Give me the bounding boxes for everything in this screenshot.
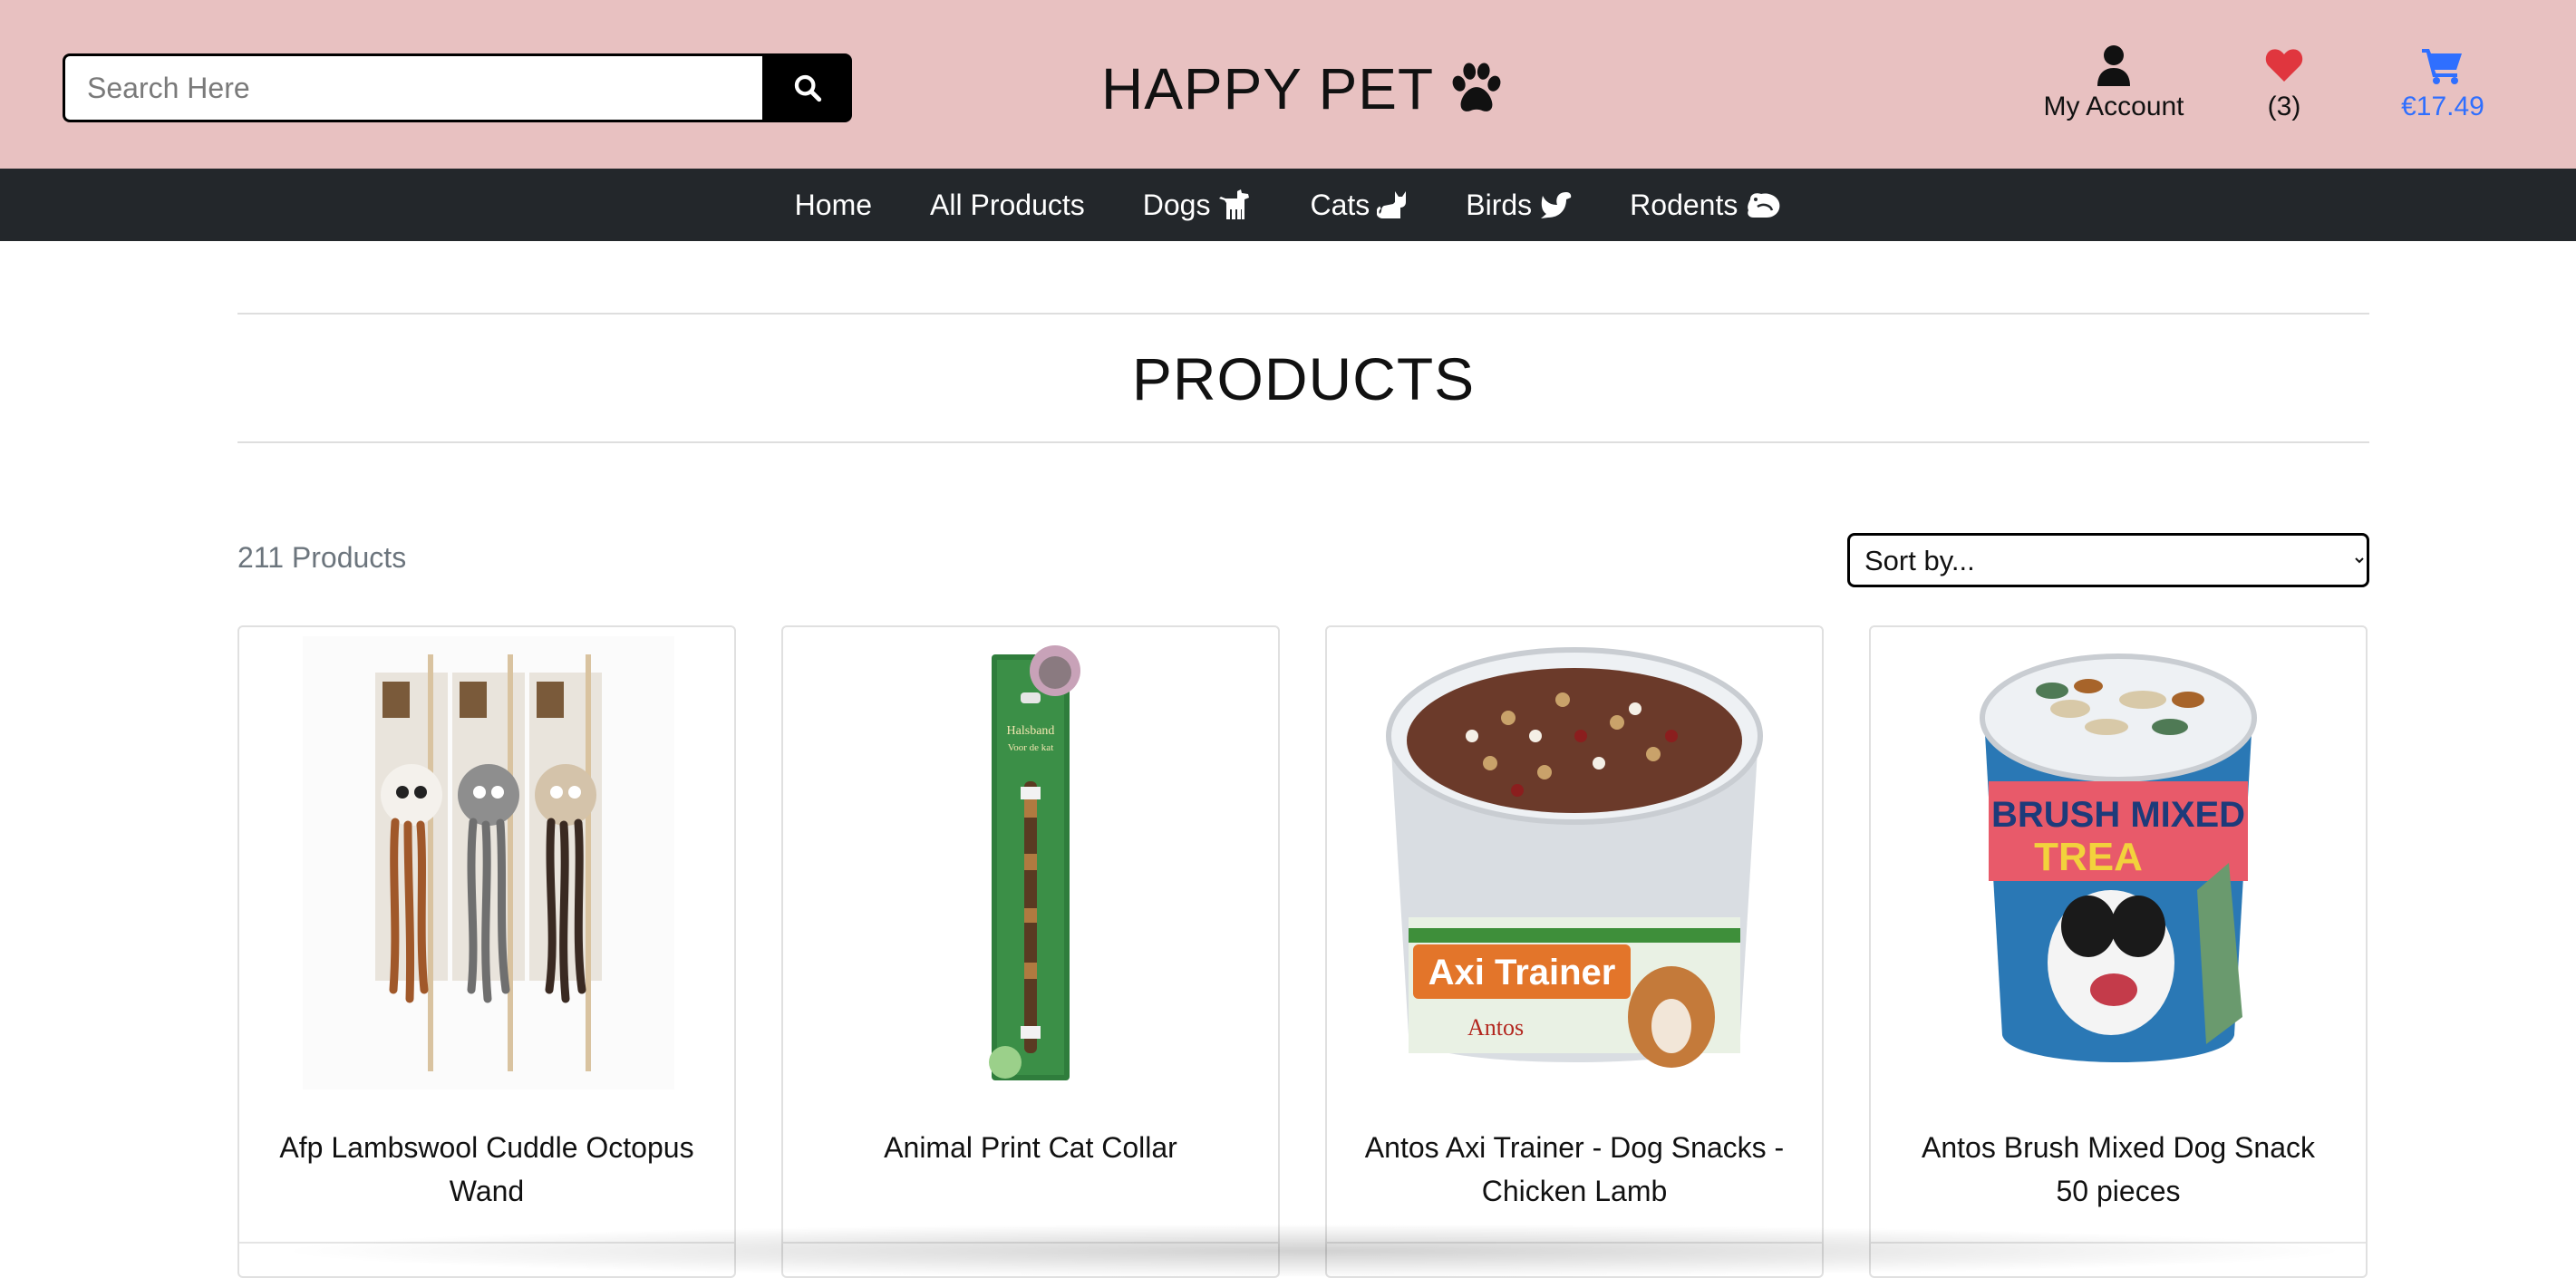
nav-item-all-products[interactable]: All Products — [930, 189, 1085, 222]
my-account-link[interactable]: My Account — [2035, 44, 2193, 125]
card-divider — [1327, 1242, 1822, 1244]
nav-item-label: Rodents — [1630, 188, 1738, 221]
svg-text:Halsband: Halsband — [1007, 724, 1055, 738]
nav-item-label: Dogs — [1142, 188, 1211, 221]
card-divider — [783, 1242, 1278, 1244]
dog-icon — [1219, 189, 1250, 219]
svg-text:Axi Trainer: Axi Trainer — [1428, 953, 1616, 992]
search-icon — [794, 74, 821, 102]
product-name[interactable]: Antos Brush Mixed Dog Snack 50 pieces — [1907, 1126, 2329, 1213]
product-card[interactable]: Afp Lambswool Cuddle Octopus Wand — [237, 625, 736, 1278]
nav-item-birds[interactable]: Birds — [1466, 189, 1572, 222]
nav-item-dogs[interactable]: Dogs — [1143, 189, 1253, 222]
cart-link[interactable]: €17.49 — [2384, 44, 2502, 125]
brand-name: HAPPY PET — [1101, 56, 1435, 121]
product-name[interactable]: Afp Lambswool Cuddle Octopus Wand — [276, 1126, 698, 1213]
nav-item-rodents[interactable]: Rodents — [1630, 189, 1781, 222]
svg-text:Voor de kat: Voor de kat — [1008, 742, 1054, 753]
product-count: 211 Products — [237, 541, 407, 574]
nav-item-label: Cats — [1310, 188, 1370, 221]
nav-item-label: Birds — [1466, 188, 1533, 221]
product-image[interactable]: BRUSH MIXED TREA — [1871, 636, 2366, 1089]
sort-select[interactable]: Sort by... — [1847, 533, 2369, 587]
svg-text:TREA: TREA — [2034, 835, 2143, 879]
site-logo[interactable]: HAPPY PET — [1101, 53, 1505, 125]
nav-item-home[interactable]: Home — [795, 189, 872, 222]
title-rule-bottom — [237, 441, 2369, 443]
product-name[interactable]: Animal Print Cat Collar — [819, 1126, 1242, 1169]
wishlist-link[interactable]: (3) — [2257, 44, 2311, 125]
product-image[interactable]: Halsband Voor de kat — [783, 636, 1278, 1089]
dove-icon — [1541, 192, 1572, 218]
heart-icon — [2265, 49, 2303, 82]
user-icon — [2097, 45, 2130, 86]
search-button[interactable] — [762, 53, 852, 122]
search-input[interactable] — [63, 53, 762, 122]
svg-text:Antos: Antos — [1467, 1014, 1524, 1041]
cat-icon — [1377, 191, 1407, 218]
product-card[interactable]: BRUSH MIXED TREA Antos Brush Mixed Dog S… — [1869, 625, 2368, 1278]
card-divider — [1871, 1242, 2366, 1244]
product-name[interactable]: Antos Axi Trainer - Dog Snacks - Chicken… — [1363, 1126, 1786, 1213]
nav-item-cats[interactable]: Cats — [1310, 189, 1408, 222]
product-image[interactable] — [239, 636, 734, 1089]
card-divider — [239, 1242, 734, 1244]
otter-icon — [1748, 193, 1780, 218]
svg-text:BRUSH MIXED: BRUSH MIXED — [1991, 795, 2245, 835]
my-account-label: My Account — [2043, 92, 2184, 121]
main-nav: Home All Products Dogs Cats Birds Rodent… — [0, 169, 2576, 241]
nav-item-label: Home — [794, 188, 873, 221]
product-card[interactable]: Axi Trainer Antos Antos Axi Trainer - Do… — [1325, 625, 1824, 1278]
site-header: HAPPY PET My Account (3) — [0, 0, 2576, 169]
product-image[interactable]: Axi Trainer Antos — [1327, 636, 1822, 1089]
cart-total: €17.49 — [2401, 92, 2484, 121]
paw-icon — [1452, 63, 1501, 111]
search-bar — [63, 53, 852, 122]
product-card[interactable]: Halsband Voor de kat Animal Print Cat Co… — [781, 625, 1280, 1278]
title-rule-top — [237, 313, 2369, 315]
cart-icon — [2422, 49, 2462, 84]
wishlist-count: (3) — [2267, 92, 2301, 121]
page-title: PRODUCTS — [1131, 345, 1476, 412]
nav-item-label: All Products — [930, 188, 1085, 221]
